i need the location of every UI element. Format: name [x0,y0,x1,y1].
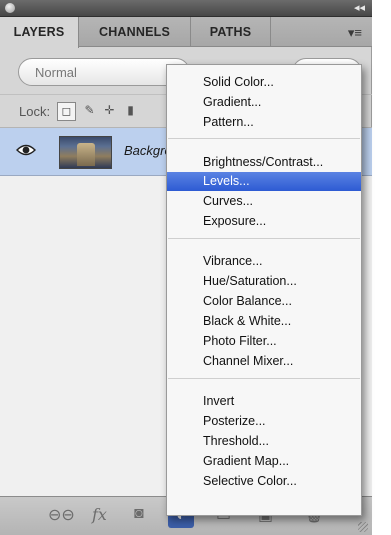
menu-item-gradient-map[interactable]: Gradient Map... [203,453,289,470]
menu-item-invert[interactable]: Invert [203,393,234,410]
menu-item-threshold[interactable]: Threshold... [203,433,269,450]
menu-separator [168,238,360,239]
menu-item-selective-color[interactable]: Selective Color... [203,473,297,490]
lock-all-icon[interactable]: ▮ [121,102,140,121]
menu-item-photo-filter[interactable]: Photo Filter... [203,333,277,350]
menu-item-exposure[interactable]: Exposure... [203,213,266,230]
eye-icon[interactable] [16,143,36,157]
blend-mode-value: Normal [35,65,77,80]
menu-item-posterize[interactable]: Posterize... [203,413,266,430]
lock-position-icon[interactable]: ✛ [100,102,119,121]
adjustment-layer-menu: Solid Color... Gradient... Pattern... Br… [166,64,362,516]
layer-mask-icon[interactable]: ◙ [134,505,144,523]
close-icon[interactable] [5,3,15,13]
menu-item-color-balance[interactable]: Color Balance... [203,293,292,310]
double-chevron-icon[interactable]: ◂◂ [354,1,365,14]
menu-item-brightness-contrast[interactable]: Brightness/Contrast... [203,154,323,171]
menu-item-channel-mixer[interactable]: Channel Mixer... [203,353,293,370]
panel-titlebar: ◂◂ [0,0,372,17]
lock-image-icon[interactable]: ✎ [80,102,99,121]
tab-layers[interactable]: LAYERS [0,17,79,48]
link-layers-icon[interactable]: ⊖⊖ [48,505,75,525]
fx-icon[interactable]: fx [92,505,107,524]
panel-tab-bar: LAYERS CHANNELS PATHS ▾≡ [0,17,372,48]
menu-separator [168,378,360,379]
menu-item-black-white[interactable]: Black & White... [203,313,291,330]
tab-channels[interactable]: CHANNELS [79,17,191,47]
menu-item-solid-color[interactable]: Solid Color... [203,74,274,91]
lock-label: Lock: [19,104,51,119]
menu-separator [168,138,360,139]
lock-transparency-icon[interactable]: ◻ [57,102,76,121]
resize-grip[interactable] [358,522,368,532]
menu-item-hue-saturation[interactable]: Hue/Saturation... [203,273,297,290]
blend-mode-select[interactable]: Normal [18,58,190,86]
panel-menu-icon[interactable]: ▾≡ [348,25,362,41]
layer-thumbnail [59,136,112,169]
menu-item-pattern[interactable]: Pattern... [203,114,254,131]
menu-item-gradient[interactable]: Gradient... [203,94,261,111]
tab-paths[interactable]: PATHS [191,17,271,47]
menu-item-vibrance[interactable]: Vibrance... [203,253,263,270]
menu-item-levels[interactable]: Levels... [167,172,361,191]
menu-item-curves[interactable]: Curves... [203,193,253,210]
